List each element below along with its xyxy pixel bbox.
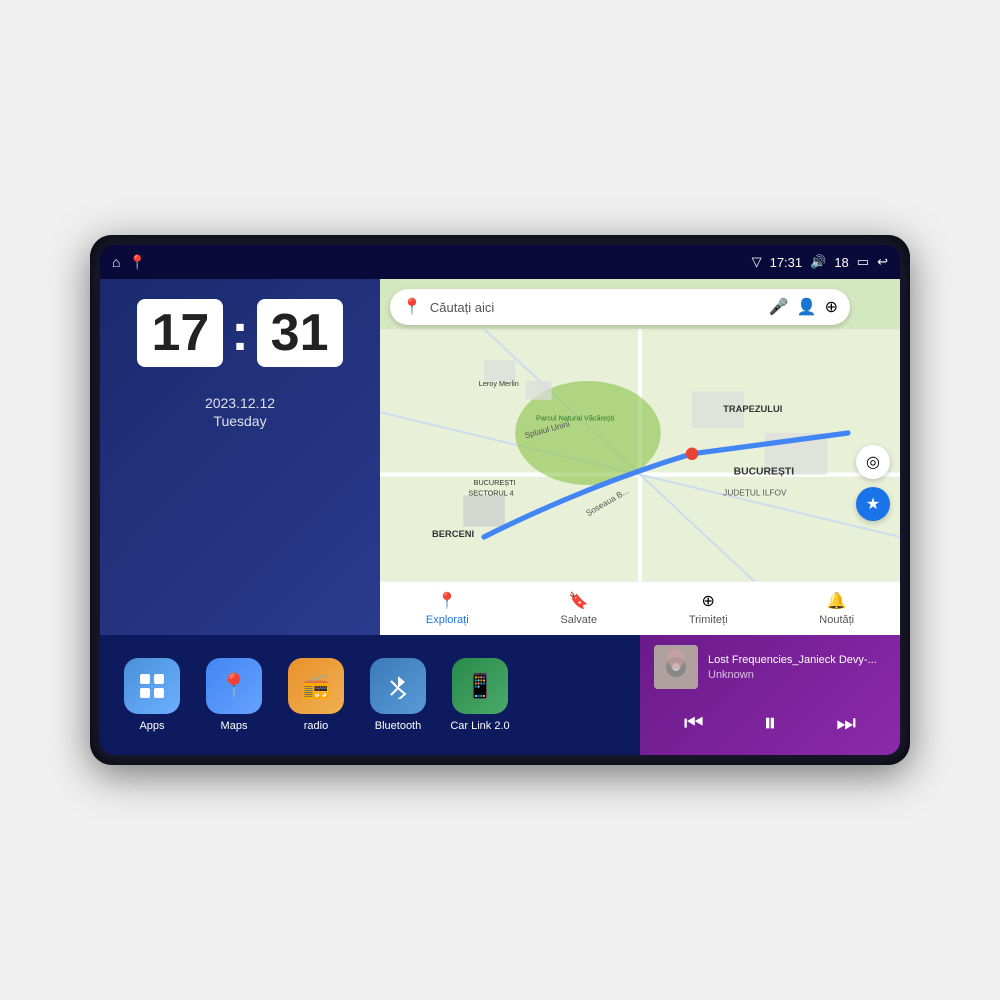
battery-icon: ▭ (857, 254, 869, 270)
noutati-label: Noutăți (819, 614, 854, 626)
noutati-icon: 🔔 (827, 591, 847, 611)
app-item-carlink[interactable]: 📱 Car Link 2.0 (444, 658, 516, 732)
app-item-radio[interactable]: 📻 radio (280, 658, 352, 732)
next-btn[interactable]: ⏭ (830, 704, 862, 742)
salvate-label: Salvate (560, 614, 597, 626)
status-left: ⌂ 📍 (112, 254, 146, 271)
prev-btn[interactable]: ⏮ (678, 704, 710, 742)
map-right-controls: ◎ ★ (856, 445, 890, 521)
maps-status-icon[interactable]: 📍 (128, 254, 145, 271)
map-svg: Google Splaiul Unirii Șoseaua B... TRAPE… (380, 329, 900, 581)
svg-text:Parcul Natural Văcărești: Parcul Natural Văcărești (536, 414, 615, 423)
tab-noutati[interactable]: 🔔 Noutăți (807, 585, 866, 632)
volume-level: 18 (834, 255, 848, 270)
clock-colon: : (231, 299, 248, 367)
carlink-icon: 📱 (452, 658, 508, 714)
music-info: Lost Frequencies_Janieck Devy-... Unknow… (654, 645, 886, 689)
mic-icon[interactable]: 🎤 (769, 297, 789, 317)
back-icon[interactable]: ↩ (877, 254, 888, 270)
home-icon[interactable]: ⌂ (112, 254, 120, 270)
tab-salvate[interactable]: 🔖 Salvate (548, 585, 609, 632)
right-panel: 📍 Căutați aici 🎤 👤 ⊕ (380, 279, 900, 635)
clock-widget: 17 : 31 (120, 299, 360, 367)
music-artist: Unknown (708, 669, 886, 681)
map-nav-tabs: 📍 Explorați 🔖 Salvate ⊕ Trimiteți 🔔 Nout… (380, 581, 900, 635)
album-art (654, 645, 698, 689)
left-panel: 17 : 31 2023.12.12 Tuesday (100, 279, 380, 635)
status-right: ▽ 17:31 🔊 18 ▭ ↩ (752, 254, 888, 270)
tab-explorati[interactable]: 📍 Explorați (414, 585, 481, 632)
svg-text:BERCENI: BERCENI (432, 529, 474, 539)
google-maps-logo: 📍 (402, 297, 422, 317)
date-widget: 2023.12.12 Tuesday (120, 395, 360, 429)
location-btn[interactable]: ◎ (856, 445, 890, 479)
maps-icon: 📍 (206, 658, 262, 714)
map-search-text[interactable]: Căutați aici (430, 300, 761, 315)
svg-text:JUDEȚUL ILFOV: JUDEȚUL ILFOV (723, 487, 787, 497)
map-search-bar[interactable]: 📍 Căutați aici 🎤 👤 ⊕ (390, 289, 850, 325)
car-head-unit: ⌂ 📍 ▽ 17:31 🔊 18 ▭ ↩ 17 : 31 (90, 235, 910, 765)
app-item-maps[interactable]: 📍 Maps (198, 658, 270, 732)
apps-label: Apps (139, 720, 164, 732)
maps-label: Maps (221, 720, 248, 732)
svg-text:BUCUREȘTI: BUCUREȘTI (474, 478, 516, 487)
screen: ⌂ 📍 ▽ 17:31 🔊 18 ▭ ↩ 17 : 31 (100, 245, 900, 755)
app-item-bluetooth[interactable]: Bluetooth (362, 658, 434, 732)
music-player: Lost Frequencies_Janieck Devy-... Unknow… (640, 635, 900, 755)
trimiteti-icon: ⊕ (701, 591, 714, 611)
app-item-apps[interactable]: Apps (116, 658, 188, 732)
bluetooth-icon (370, 658, 426, 714)
bluetooth-label: Bluetooth (375, 720, 421, 732)
radio-icon: 📻 (288, 658, 344, 714)
status-time: 17:31 (770, 255, 803, 270)
main-content: 17 : 31 2023.12.12 Tuesday 📍 Căutați aic… (100, 279, 900, 635)
carlink-label: Car Link 2.0 (450, 720, 509, 732)
svg-text:BUCUREȘTI: BUCUREȘTI (734, 467, 795, 478)
radio-label: radio (304, 720, 328, 732)
music-title: Lost Frequencies_Janieck Devy-... (708, 654, 886, 666)
apps-icon (124, 658, 180, 714)
tab-trimiteti[interactable]: ⊕ Trimiteți (677, 585, 740, 632)
app-grid: Apps 📍 Maps 📻 radio (100, 635, 640, 755)
account-icon[interactable]: 👤 (797, 297, 817, 317)
status-bar: ⌂ 📍 ▽ 17:31 🔊 18 ▭ ↩ (100, 245, 900, 279)
music-controls: ⏮ ⏸ ⏭ (654, 701, 886, 745)
play-pause-btn[interactable]: ⏸ (757, 701, 782, 745)
day-text: Tuesday (120, 413, 360, 429)
map-search-icons: 🎤 👤 ⊕ (769, 297, 838, 317)
layers-icon[interactable]: ⊕ (825, 297, 838, 317)
trimiteti-label: Trimiteți (689, 614, 728, 626)
clock-minutes: 31 (257, 299, 343, 367)
volume-icon: 🔊 (810, 254, 826, 270)
svg-text:Leroy Merlin: Leroy Merlin (479, 379, 519, 388)
date-text: 2023.12.12 (120, 395, 360, 411)
svg-text:SECTORUL 4: SECTORUL 4 (468, 488, 513, 497)
salvate-icon: 🔖 (569, 591, 589, 611)
clock-hours: 17 (137, 299, 223, 367)
svg-text:TRAPEZULUI: TRAPEZULUI (723, 404, 782, 414)
music-details: Lost Frequencies_Janieck Devy-... Unknow… (708, 654, 886, 681)
explorati-icon: 📍 (437, 591, 457, 611)
navigation-btn[interactable]: ★ (856, 487, 890, 521)
explorati-label: Explorați (426, 614, 469, 626)
signal-icon: ▽ (752, 254, 762, 270)
bottom-section: Apps 📍 Maps 📻 radio (100, 635, 900, 755)
map-area[interactable]: 📍 Căutați aici 🎤 👤 ⊕ (380, 279, 900, 581)
